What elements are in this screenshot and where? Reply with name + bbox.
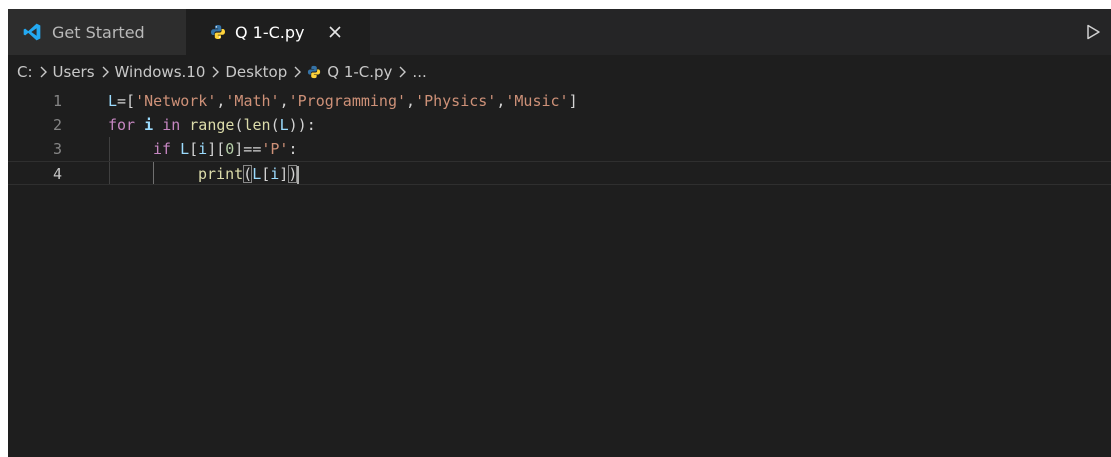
- code-line-current[interactable]: 4 print(L[i]): [8, 161, 1111, 185]
- tab-get-started[interactable]: Get Started: [8, 9, 186, 55]
- chevron-right-icon: [210, 65, 220, 79]
- chevron-right-icon: [292, 65, 302, 79]
- breadcrumb-item-desktop[interactable]: Desktop: [225, 63, 287, 81]
- chevron-right-icon: [100, 65, 110, 79]
- code-line[interactable]: 3 if L[i][0]=='P':: [8, 137, 1111, 161]
- line-number: 2: [52, 116, 62, 134]
- indent-guide: [109, 137, 110, 161]
- close-icon[interactable]: [325, 22, 345, 42]
- indent-guide: [109, 162, 110, 184]
- bracket-match-close: ): [288, 165, 298, 183]
- run-python-file-button[interactable]: [1081, 21, 1105, 43]
- run-play-icon: [1084, 23, 1102, 41]
- indent-guide-active: [153, 162, 154, 184]
- chevron-right-icon: [38, 65, 48, 79]
- python-file-icon: [210, 24, 226, 40]
- python-file-icon: [307, 65, 321, 79]
- line-code[interactable]: print(L[i]): [198, 162, 300, 186]
- line-number: 3: [52, 140, 62, 158]
- tab-label: Q 1-C.py: [235, 22, 305, 42]
- editor-window: Get Started Q 1-C.py C: Users Windows.10…: [8, 9, 1111, 457]
- tab-bar: Get Started Q 1-C.py: [8, 9, 1111, 55]
- code-line[interactable]: 2 for i in range(len(L)):: [8, 113, 1111, 137]
- line-number: 1: [52, 92, 62, 110]
- text-cursor: [297, 165, 300, 184]
- breadcrumb-item-file[interactable]: Q 1-C.py: [327, 63, 392, 81]
- line-code[interactable]: if L[i][0]=='P':: [153, 137, 298, 161]
- tab-label: Get Started: [52, 22, 145, 42]
- code-editor[interactable]: 1 L=['Network','Math','Programming','Phy…: [8, 89, 1111, 457]
- line-number: 4: [52, 165, 62, 183]
- breadcrumb-item-drive[interactable]: C:: [17, 63, 33, 81]
- breadcrumb-item-windows10[interactable]: Windows.10: [115, 63, 206, 81]
- code-line[interactable]: 1 L=['Network','Math','Programming','Phy…: [8, 89, 1111, 113]
- tab-q1c-py[interactable]: Q 1-C.py: [186, 9, 370, 55]
- line-code[interactable]: L=['Network','Math','Programming','Physi…: [108, 89, 578, 113]
- breadcrumb: C: Users Windows.10 Desktop Q 1-C.py ...: [8, 55, 1111, 89]
- breadcrumb-item-users[interactable]: Users: [53, 63, 95, 81]
- line-code[interactable]: for i in range(len(L)):: [108, 113, 316, 137]
- breadcrumb-item-symbols[interactable]: ...: [412, 63, 426, 81]
- vscode-logo-icon: [22, 22, 42, 42]
- chevron-right-icon: [397, 65, 407, 79]
- bracket-match-open: (: [243, 165, 253, 183]
